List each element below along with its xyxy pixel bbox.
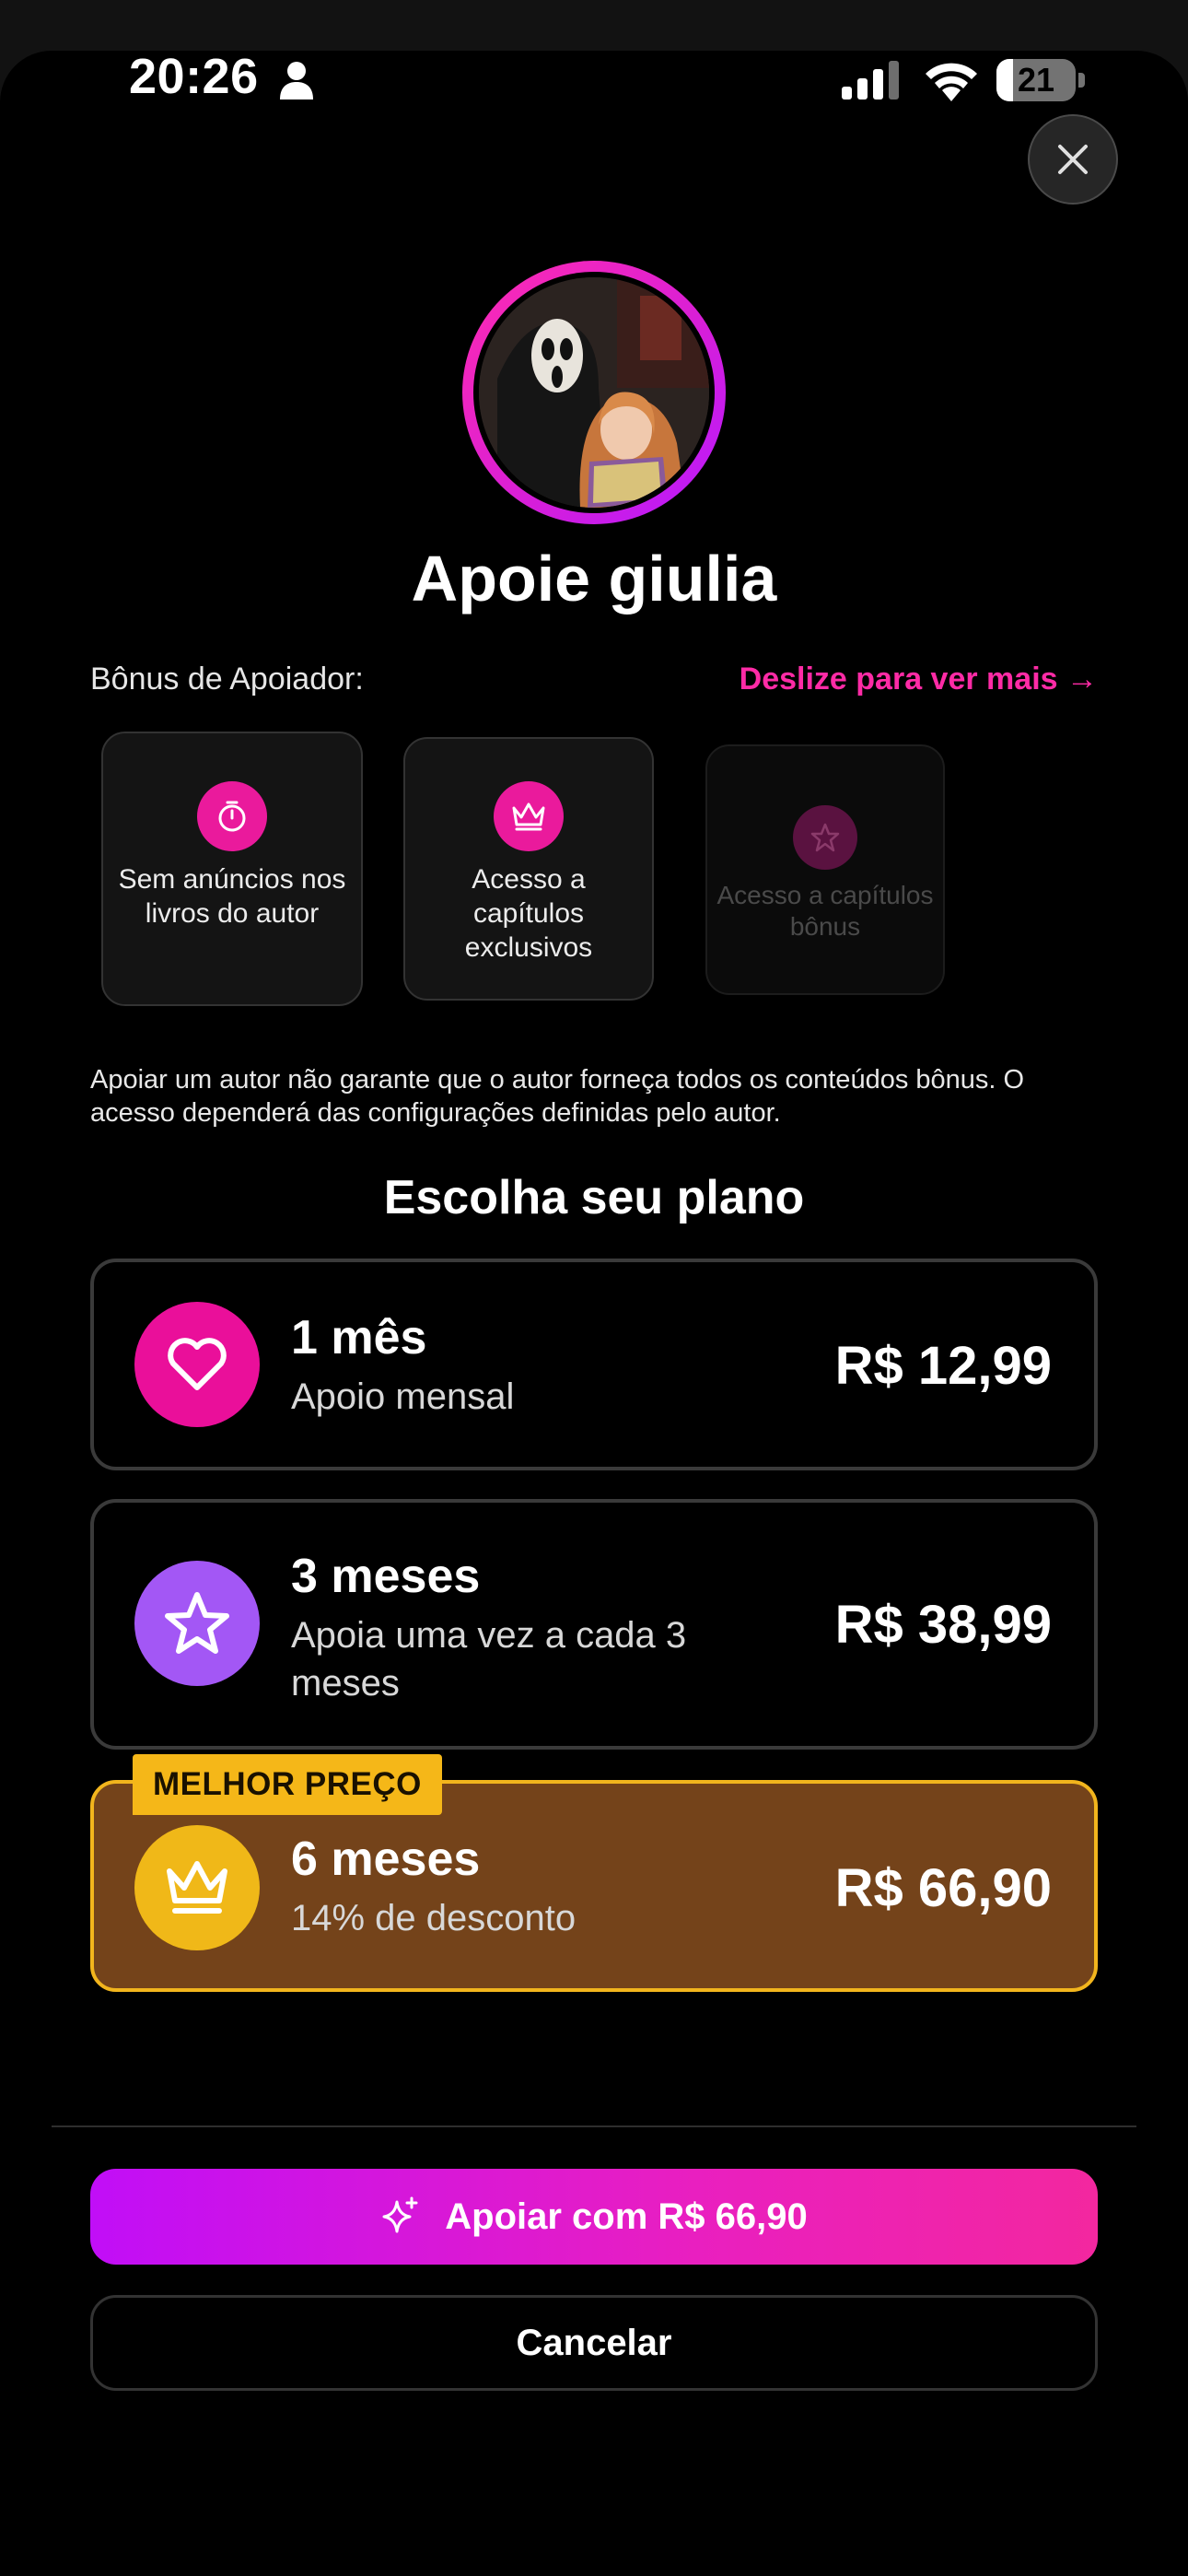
bonus-card-exclusive[interactable]: Acesso a capítulos exclusivos xyxy=(403,737,654,1001)
bonus-text: Sem anúncios nos livros do autor xyxy=(118,864,346,929)
plan-price: R$ 66,90 xyxy=(834,1858,1052,1918)
close-icon xyxy=(1058,145,1088,174)
bonus-text: Acesso a capítulos exclusivos xyxy=(464,864,593,963)
bonus-card-no-ads[interactable]: Sem anúncios nos livros do autor xyxy=(101,732,363,1006)
plan-subtitle: 14% de desconto xyxy=(291,1898,577,1938)
cancel-button-label: Cancelar xyxy=(516,2322,672,2363)
signal-icon xyxy=(842,61,899,100)
plan-title: 6 meses xyxy=(291,1832,481,1886)
crown-icon xyxy=(134,1825,260,1950)
close-button[interactable] xyxy=(1028,114,1118,205)
battery-indicator: 21 xyxy=(996,59,1085,101)
swipe-hint[interactable]: Deslize para ver mais → xyxy=(740,662,1098,697)
author-photo xyxy=(479,277,709,508)
crown-icon xyxy=(494,781,564,851)
person-icon xyxy=(280,62,313,100)
plan-subtitle: Apoio mensal xyxy=(291,1376,515,1417)
status-time: 20:26 xyxy=(129,49,259,104)
stopwatch-icon xyxy=(197,781,267,851)
author-avatar xyxy=(462,261,726,524)
support-button[interactable]: Apoiar com R$ 66,90 xyxy=(90,2169,1098,2265)
plan-price: R$ 38,99 xyxy=(834,1595,1052,1655)
plan-title: 1 mês xyxy=(291,1311,427,1364)
cancel-button[interactable]: Cancelar xyxy=(90,2295,1098,2391)
star-icon xyxy=(134,1561,260,1686)
plan-price: R$ 12,99 xyxy=(834,1336,1052,1396)
best-price-badge: MELHOR PREÇO xyxy=(133,1754,442,1815)
heart-icon xyxy=(134,1302,260,1427)
plan-card-3-months[interactable]: 3 meses Apoia uma vez a cada 3 meses R$ … xyxy=(90,1499,1098,1750)
battery-level: 21 xyxy=(1017,61,1055,99)
support-button-label: Apoiar com R$ 66,90 xyxy=(445,2195,808,2237)
wifi-icon xyxy=(926,63,977,101)
plan-card-1-month[interactable]: 1 mês Apoio mensal R$ 12,99 xyxy=(90,1259,1098,1470)
divider xyxy=(52,2125,1136,2127)
star-icon xyxy=(793,805,857,870)
sparkle-icon xyxy=(382,2196,418,2233)
bonus-card-bonus-chapters[interactable]: Acesso a capítulos bônus xyxy=(705,744,945,995)
bonus-text: Acesso a capítulos bônus xyxy=(716,881,934,941)
page-title: Apoie giulia xyxy=(411,543,777,615)
plan-subtitle: Apoia uma vez a cada 3 meses xyxy=(291,1615,687,1704)
disclaimer: Apoiar um autor não garante que o autor … xyxy=(90,1065,1025,1128)
bonus-label: Bônus de Apoiador: xyxy=(90,662,364,697)
plans-heading: Escolha seu plano xyxy=(383,1171,805,1224)
plan-title: 3 meses xyxy=(291,1550,481,1603)
